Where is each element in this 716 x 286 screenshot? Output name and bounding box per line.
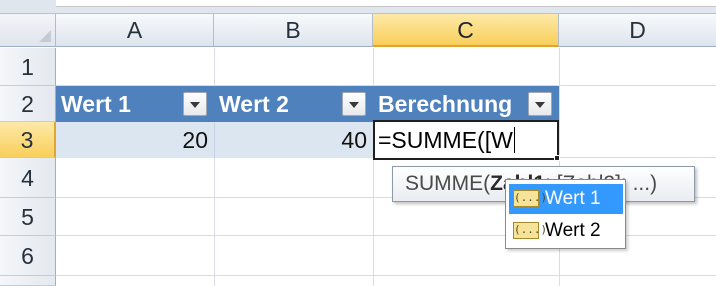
formula-bar-edge <box>0 0 716 14</box>
row-header-7[interactable] <box>0 276 56 286</box>
column-header-a[interactable]: A <box>56 14 214 47</box>
filter-dropdown-button-wert1[interactable] <box>183 92 207 116</box>
cell-b3[interactable]: 40 <box>214 122 373 158</box>
text-cursor <box>513 127 515 153</box>
autocomplete-item-label: Wert 2 <box>545 220 601 241</box>
table-column-icon: (...) <box>513 190 547 207</box>
gridline <box>373 48 374 286</box>
row-header-2[interactable]: 2 <box>0 86 56 122</box>
select-all-corner[interactable] <box>0 14 56 47</box>
table-column-icon: (...) <box>513 222 547 239</box>
formula-autocomplete-list: (...) Wert 1 (...) Wert 2 <box>505 179 626 249</box>
tooltip-function: SUMME( <box>405 172 491 195</box>
fill-handle[interactable] <box>554 155 560 161</box>
autocomplete-item-label: Wert 1 <box>545 188 601 209</box>
dropdown-arrow-icon <box>535 102 545 108</box>
row-header-5[interactable]: 5 <box>0 198 56 236</box>
gridline <box>214 48 215 286</box>
gridline <box>56 275 716 276</box>
row-header-4[interactable]: 4 <box>0 158 56 198</box>
autocomplete-item-wert2[interactable]: (...) Wert 2 <box>509 216 623 246</box>
autocomplete-item-wert1[interactable]: (...) Wert 1 <box>509 184 623 214</box>
row-header-1[interactable]: 1 <box>0 48 56 86</box>
spreadsheet: A B C D 1 2 3 4 5 6 Wert 1 Wert 2 Berech… <box>0 0 716 286</box>
filter-dropdown-button-wert2[interactable] <box>342 92 366 116</box>
column-header-d[interactable]: D <box>559 14 716 47</box>
column-header-c[interactable]: C <box>373 14 559 47</box>
cell-c3-editor[interactable]: =SUMME([W <box>373 120 559 160</box>
cell-a3[interactable]: 20 <box>56 122 214 158</box>
select-all-triangle-icon <box>39 30 51 42</box>
column-header-b[interactable]: B <box>214 14 373 47</box>
row-header-6[interactable]: 6 <box>0 236 56 276</box>
dropdown-arrow-icon <box>349 102 359 108</box>
dropdown-arrow-icon <box>190 102 200 108</box>
formula-text: =SUMME([W <box>378 127 513 153</box>
filter-dropdown-button-berechnung[interactable] <box>528 92 552 116</box>
row-header-3[interactable]: 3 <box>0 122 56 158</box>
